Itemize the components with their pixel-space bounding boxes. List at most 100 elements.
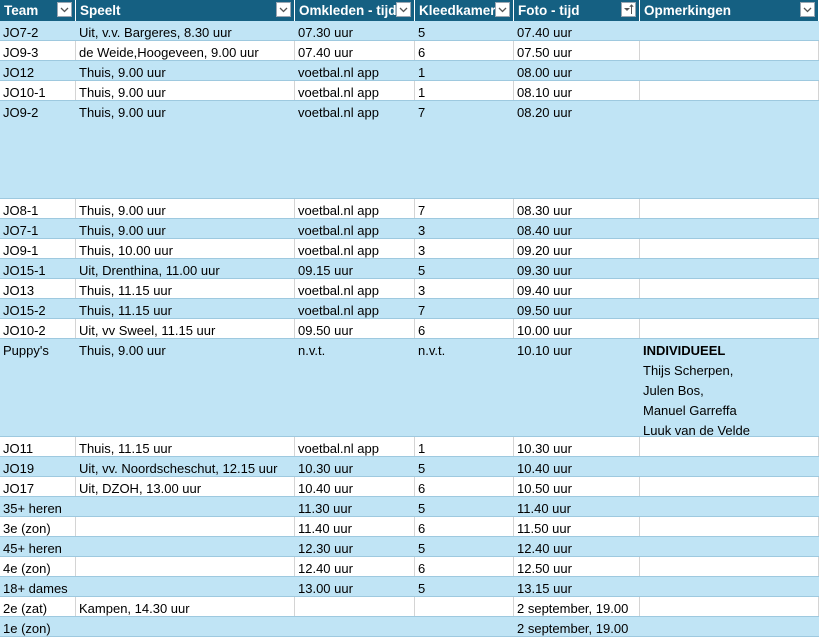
cell-foto[interactable]: 12.50 uur	[514, 557, 640, 576]
cell-team[interactable]: JO13	[0, 279, 76, 298]
cell-omkleden[interactable]: 10.40 uur	[295, 477, 415, 496]
cell-foto[interactable]: 09.50 uur	[514, 299, 640, 318]
cell-speelt[interactable]: Thuis, 9.00 uur	[76, 199, 295, 218]
cell-team[interactable]: JO9-3	[0, 41, 76, 60]
cell-team[interactable]: 4e (zon)	[0, 557, 76, 576]
cell-foto[interactable]: 09.40 uur	[514, 279, 640, 298]
cell-omkleden[interactable]: n.v.t.	[295, 339, 415, 436]
cell-kleedkamer[interactable]: 6	[415, 477, 514, 496]
cell-foto[interactable]: 08.20 uur	[514, 101, 640, 198]
cell-kleedkamer[interactable]: 1	[415, 61, 514, 80]
cell-kleedkamer[interactable]: 5	[415, 457, 514, 476]
cell-foto[interactable]: 12.40 uur	[514, 537, 640, 556]
header-opmerkingen[interactable]: Opmerkingen	[640, 0, 819, 21]
cell-opmerkingen[interactable]	[640, 259, 819, 278]
cell-kleedkamer[interactable]: 6	[415, 319, 514, 338]
header-omkleden-tijd[interactable]: Omkleden - tijd	[295, 0, 415, 21]
cell-omkleden[interactable]: 13.00 uur	[295, 577, 415, 596]
cell-speelt[interactable]: Thuis, 10.00 uur	[76, 239, 295, 258]
cell-team[interactable]: JO19	[0, 457, 76, 476]
cell-team[interactable]: 18+ dames	[0, 577, 76, 596]
cell-team[interactable]: 35+ heren	[0, 497, 76, 516]
cell-team[interactable]: JO9-2	[0, 101, 76, 198]
cell-omkleden[interactable]: voetbal.nl app	[295, 219, 415, 238]
cell-opmerkingen[interactable]	[640, 299, 819, 318]
cell-opmerkingen[interactable]	[640, 497, 819, 516]
cell-opmerkingen[interactable]	[640, 437, 819, 456]
cell-opmerkingen[interactable]	[640, 279, 819, 298]
header-foto-tijd[interactable]: Foto - tijd	[514, 0, 640, 21]
cell-omkleden[interactable]: voetbal.nl app	[295, 437, 415, 456]
cell-kleedkamer[interactable]: 5	[415, 577, 514, 596]
cell-opmerkingen[interactable]	[640, 41, 819, 60]
cell-speelt[interactable]: Thuis, 11.15 uur	[76, 299, 295, 318]
dropdown-arrow-icon[interactable]	[276, 2, 291, 17]
cell-team[interactable]: 2e (zat)	[0, 597, 76, 616]
cell-opmerkingen[interactable]	[640, 319, 819, 338]
cell-omkleden[interactable]: 12.30 uur	[295, 537, 415, 556]
cell-kleedkamer[interactable]: n.v.t.	[415, 339, 514, 436]
dropdown-arrow-icon[interactable]	[396, 2, 411, 17]
cell-team[interactable]: JO10-2	[0, 319, 76, 338]
cell-omkleden[interactable]: voetbal.nl app	[295, 199, 415, 218]
cell-opmerkingen[interactable]	[640, 81, 819, 100]
cell-team[interactable]: 3e (zon)	[0, 517, 76, 536]
cell-team[interactable]: JO15-2	[0, 299, 76, 318]
cell-speelt[interactable]: Uit, v.v. Bargeres, 8.30 uur	[76, 21, 295, 40]
cell-speelt[interactable]: Thuis, 11.15 uur	[76, 279, 295, 298]
cell-kleedkamer[interactable]: 1	[415, 81, 514, 100]
cell-opmerkingen[interactable]	[640, 557, 819, 576]
cell-kleedkamer[interactable]: 1	[415, 437, 514, 456]
cell-omkleden[interactable]: 11.40 uur	[295, 517, 415, 536]
cell-foto[interactable]: 07.40 uur	[514, 21, 640, 40]
cell-team[interactable]: Puppy's	[0, 339, 76, 436]
cell-opmerkingen[interactable]	[640, 457, 819, 476]
cell-opmerkingen[interactable]	[640, 477, 819, 496]
cell-foto[interactable]: 09.30 uur	[514, 259, 640, 278]
cell-speelt[interactable]	[76, 557, 295, 576]
cell-omkleden[interactable]	[295, 597, 415, 616]
dropdown-arrow-icon[interactable]	[495, 2, 510, 17]
cell-foto[interactable]: 08.10 uur	[514, 81, 640, 100]
cell-speelt[interactable]: Thuis, 11.15 uur	[76, 437, 295, 456]
cell-speelt[interactable]: Thuis, 9.00 uur	[76, 219, 295, 238]
cell-speelt[interactable]	[76, 497, 295, 516]
cell-speelt[interactable]	[76, 577, 295, 596]
cell-speelt[interactable]: Thuis, 9.00 uur	[76, 81, 295, 100]
cell-omkleden[interactable]: voetbal.nl app	[295, 299, 415, 318]
cell-omkleden[interactable]: 11.30 uur	[295, 497, 415, 516]
cell-foto[interactable]: 10.00 uur	[514, 319, 640, 338]
cell-opmerkingen[interactable]	[640, 101, 819, 198]
cell-opmerkingen[interactable]	[640, 61, 819, 80]
cell-opmerkingen[interactable]	[640, 517, 819, 536]
cell-speelt[interactable]: Thuis, 9.00 uur	[76, 101, 295, 198]
cell-team[interactable]: JO8-1	[0, 199, 76, 218]
cell-opmerkingen[interactable]	[640, 617, 819, 636]
cell-team[interactable]: 45+ heren	[0, 537, 76, 556]
cell-kleedkamer[interactable]: 5	[415, 497, 514, 516]
cell-omkleden[interactable]: voetbal.nl app	[295, 239, 415, 258]
cell-speelt[interactable]: Uit, vv. Noordscheschut, 12.15 uur	[76, 457, 295, 476]
cell-foto[interactable]: 07.50 uur	[514, 41, 640, 60]
cell-kleedkamer[interactable]: 5	[415, 259, 514, 278]
cell-team[interactable]: JO10-1	[0, 81, 76, 100]
header-speelt[interactable]: Speelt	[76, 0, 295, 21]
cell-foto[interactable]: 11.40 uur	[514, 497, 640, 516]
cell-team[interactable]: 1e (zon)	[0, 617, 76, 636]
cell-foto[interactable]: 2 september, 19.00	[514, 617, 640, 636]
cell-omkleden[interactable]: voetbal.nl app	[295, 101, 415, 198]
cell-omkleden[interactable]: voetbal.nl app	[295, 81, 415, 100]
cell-foto[interactable]: 10.30 uur	[514, 437, 640, 456]
sort-ascending-filter-icon[interactable]	[621, 2, 636, 17]
cell-opmerkingen[interactable]	[640, 537, 819, 556]
cell-team[interactable]: JO17	[0, 477, 76, 496]
cell-foto[interactable]: 08.00 uur	[514, 61, 640, 80]
cell-speelt[interactable]: Uit, Drenthina, 11.00 uur	[76, 259, 295, 278]
cell-team[interactable]: JO9-1	[0, 239, 76, 258]
cell-speelt[interactable]	[76, 537, 295, 556]
cell-foto[interactable]: 11.50 uur	[514, 517, 640, 536]
cell-foto[interactable]: 10.40 uur	[514, 457, 640, 476]
cell-omkleden[interactable]: 07.40 uur	[295, 41, 415, 60]
cell-kleedkamer[interactable]	[415, 597, 514, 616]
cell-speelt[interactable]: Thuis, 9.00 uur	[76, 339, 295, 436]
